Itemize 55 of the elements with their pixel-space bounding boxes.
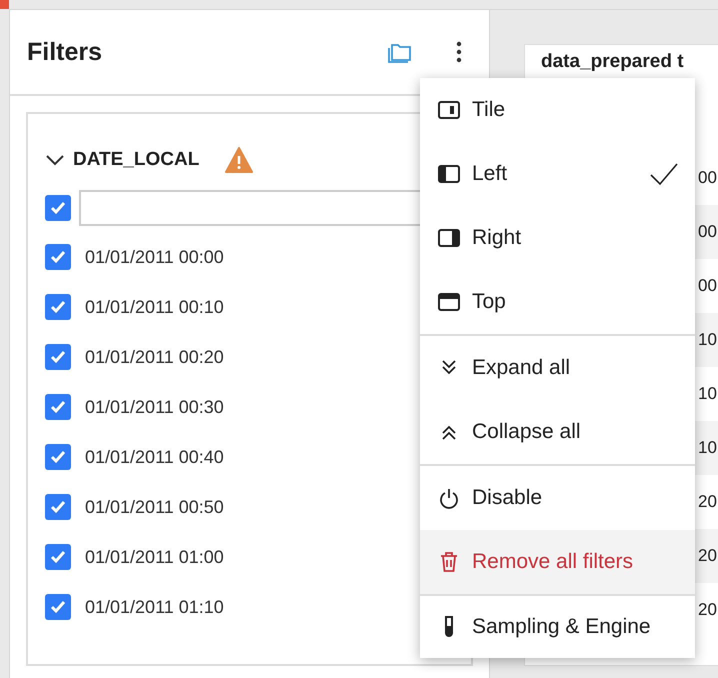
value-checkbox[interactable] <box>45 494 71 520</box>
menu-item[interactable]: Left <box>420 142 695 206</box>
value-checkbox[interactable] <box>45 244 71 270</box>
value-label: 01/01/2011 00:10 <box>85 296 224 318</box>
value-label: 01/01/2011 00:40 <box>85 446 224 468</box>
trash-icon <box>438 551 460 573</box>
corner-marker <box>0 0 9 9</box>
table-cell: 20 <box>698 600 717 620</box>
checkmark-icon <box>50 501 66 514</box>
value-checkbox[interactable] <box>45 394 71 420</box>
top-layout-icon <box>438 291 460 313</box>
checkmark-icon <box>50 551 66 564</box>
menu-item[interactable]: Remove all filters <box>420 530 695 594</box>
chevron-down-icon[interactable] <box>45 154 65 166</box>
table-cell: 20 <box>698 492 717 512</box>
tile-layout-icon <box>438 99 460 121</box>
menu-item[interactable]: Top <box>420 270 695 334</box>
table-cell: 10 <box>698 330 717 350</box>
checkmark-icon <box>50 202 66 214</box>
menu-item[interactable]: Right <box>420 206 695 270</box>
table-cell: 00 <box>698 168 717 188</box>
value-label: 01/01/2011 00:30 <box>85 396 224 418</box>
checkmark-icon <box>50 601 66 614</box>
menu-item[interactable]: Disable <box>420 466 695 530</box>
checkmark-icon <box>50 351 66 364</box>
checkmark-icon <box>50 451 66 464</box>
value-label: 01/01/2011 01:10 <box>85 596 224 618</box>
checkmark-icon <box>50 301 66 314</box>
table-cell: 10 <box>698 438 717 458</box>
power-icon <box>438 487 460 509</box>
value-checkbox[interactable] <box>45 594 71 620</box>
menu-item[interactable]: Sampling & Engine <box>420 596 695 658</box>
filter-name: DATE_LOCAL <box>73 149 200 171</box>
table-cell: 00 <box>698 222 717 242</box>
dataset-title: data_prepared t <box>541 51 684 72</box>
table-cell: 20 <box>698 546 717 566</box>
value-label: 01/01/2011 00:50 <box>85 496 224 518</box>
value-label: 01/01/2011 00:20 <box>85 346 224 368</box>
value-checkbox[interactable] <box>45 444 71 470</box>
menu-item[interactable]: Tile <box>420 78 695 142</box>
menu-item[interactable]: Collapse all <box>420 400 695 464</box>
value-checkbox[interactable] <box>45 344 71 370</box>
value-checkbox[interactable] <box>45 294 71 320</box>
left-layout-icon <box>438 163 460 185</box>
table-cell: 00 <box>698 276 717 296</box>
checkmark-icon <box>50 401 66 414</box>
table-cell: 10 <box>698 384 717 404</box>
select-all-checkbox[interactable] <box>45 195 71 221</box>
menu-item[interactable]: Expand all <box>420 336 695 400</box>
value-checkbox[interactable] <box>45 544 71 570</box>
panel-title: Filters <box>27 38 104 66</box>
value-label: 01/01/2011 01:00 <box>85 546 224 568</box>
right-layout-icon <box>438 227 460 249</box>
checkmark-icon <box>50 251 66 264</box>
value-label: 01/01/2011 00:00 <box>85 246 224 268</box>
